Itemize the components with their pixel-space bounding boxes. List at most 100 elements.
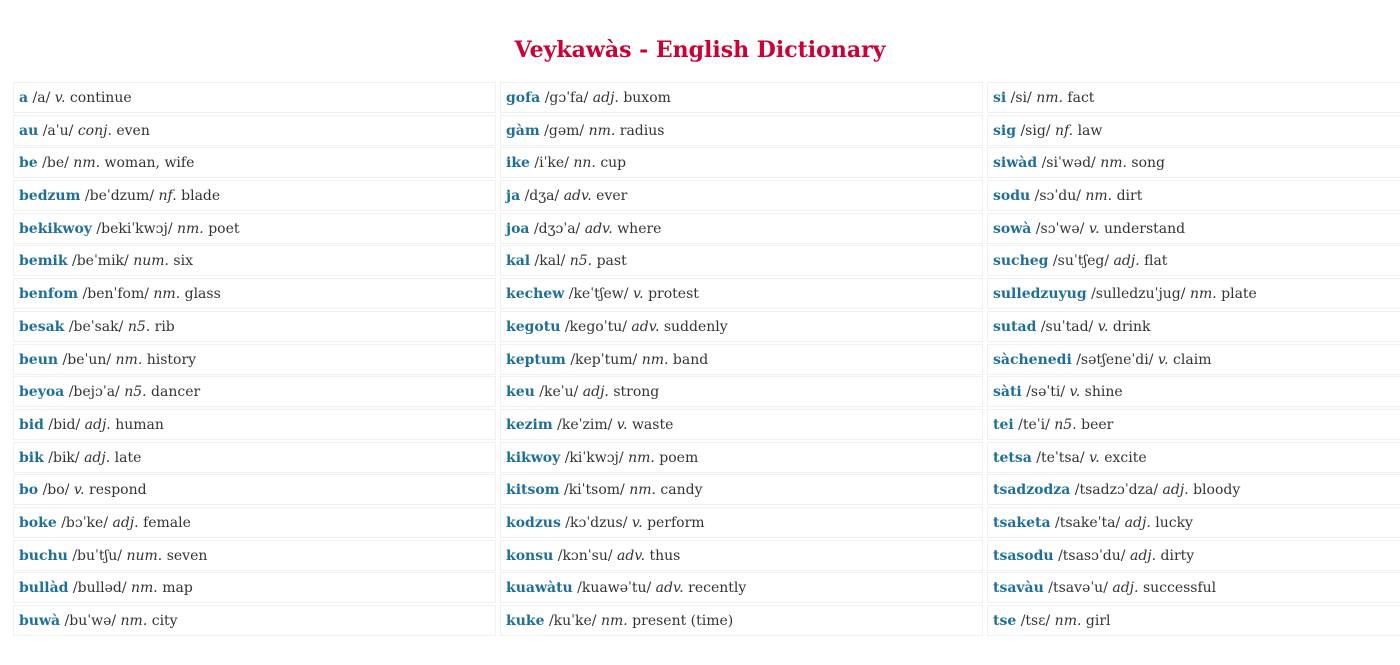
entry-word-link[interactable]: kegotu bbox=[506, 319, 560, 335]
entry-definition: beer bbox=[1081, 416, 1114, 433]
entry-word-link[interactable]: buchu bbox=[19, 548, 68, 564]
dictionary-entry: kuawàtu /kuawəˈtu/ adv. recently bbox=[500, 572, 983, 604]
entry-word-link[interactable]: kal bbox=[506, 253, 530, 269]
entry-word-link[interactable]: tsaketa bbox=[993, 515, 1051, 531]
entry-word-link[interactable]: boke bbox=[19, 515, 57, 531]
dictionary-entry: bik /bik/ adj. late bbox=[13, 441, 496, 473]
entry-definition: map bbox=[162, 580, 193, 597]
entry-word-link[interactable]: kitsom bbox=[506, 482, 560, 498]
entry-part-of-speech: adj. bbox=[1113, 253, 1140, 270]
dictionary-entry: kezim /keˈzim/ v. waste bbox=[500, 408, 983, 440]
entry-word-link[interactable]: sodu bbox=[993, 188, 1030, 204]
entry-pronunciation: /keˈu/ bbox=[539, 384, 579, 401]
dictionary-entry: bemik /beˈmik/ num. six bbox=[13, 245, 496, 277]
entry-word-link[interactable]: sàchenedi bbox=[993, 352, 1072, 368]
entry-pronunciation: /bik/ bbox=[48, 449, 80, 466]
entry-part-of-speech: v. bbox=[1097, 318, 1109, 335]
entry-word-link[interactable]: be bbox=[19, 155, 38, 171]
entry-word-link[interactable]: bemik bbox=[19, 253, 68, 269]
dictionary-entry: boke /bɔˈke/ adj. female bbox=[13, 506, 496, 538]
entry-word-link[interactable]: joa bbox=[506, 221, 529, 237]
entry-word-link[interactable]: sulledzuyug bbox=[993, 286, 1087, 302]
dictionary-entry: sulledzuyug /sulledzuˈjug/ nm. plate bbox=[987, 278, 1400, 310]
entry-definition: song bbox=[1131, 155, 1166, 172]
entry-word-link[interactable]: besak bbox=[19, 319, 64, 335]
entry-pronunciation: /kiˈtsom/ bbox=[563, 482, 625, 499]
entry-pronunciation: /kal/ bbox=[534, 253, 566, 270]
entry-pronunciation: /sulledzuˈjug/ bbox=[1091, 286, 1186, 303]
entry-definition: protest bbox=[648, 286, 699, 303]
entry-part-of-speech: v. bbox=[631, 514, 643, 531]
dictionary-entry: sucheg /suˈtʃeg/ adj. flat bbox=[987, 245, 1400, 277]
entry-word-link[interactable]: gàm bbox=[506, 123, 540, 139]
dictionary-entry: ike /iˈke/ nn. cup bbox=[500, 147, 983, 179]
dictionary-entry: tsadzodza /tsadzɔˈdza/ adj. bloody bbox=[987, 474, 1400, 506]
entry-word-link[interactable]: kechew bbox=[506, 286, 564, 302]
entry-pronunciation: /kɔnˈsu/ bbox=[557, 547, 613, 564]
entry-word-link[interactable]: tsadzodza bbox=[993, 482, 1070, 498]
entry-word-link[interactable]: ja bbox=[506, 188, 520, 204]
entry-word-link[interactable]: kodzus bbox=[506, 515, 561, 531]
entry-word-link[interactable]: konsu bbox=[506, 548, 553, 564]
entry-word-link[interactable]: keu bbox=[506, 384, 535, 400]
entry-definition: dancer bbox=[151, 384, 201, 401]
entry-word-link[interactable]: sutad bbox=[993, 319, 1036, 335]
entry-word-link[interactable]: gofa bbox=[506, 90, 540, 106]
entry-pronunciation: /tsɛ/ bbox=[1020, 613, 1051, 629]
entry-word-link[interactable]: sig bbox=[993, 123, 1016, 139]
entry-pronunciation: /tsasɔˈdu/ bbox=[1058, 547, 1126, 564]
entry-word-link[interactable]: keptum bbox=[506, 352, 566, 368]
entry-word-link[interactable]: ike bbox=[506, 155, 530, 171]
entry-definition: six bbox=[173, 253, 193, 270]
entry-word-link[interactable]: tetsa bbox=[993, 450, 1032, 466]
entry-pronunciation: /a/ bbox=[32, 90, 51, 106]
entry-word-link[interactable]: tsavàu bbox=[993, 580, 1044, 596]
entry-definition: respond bbox=[89, 482, 147, 499]
entry-word-link[interactable]: sowà bbox=[993, 221, 1031, 237]
entry-word-link[interactable]: tsasodu bbox=[993, 548, 1054, 564]
entry-word-link[interactable]: kuke bbox=[506, 613, 545, 629]
entry-word-link[interactable]: kezim bbox=[506, 417, 553, 433]
entry-word-link[interactable]: au bbox=[19, 123, 38, 139]
entry-part-of-speech: n5. bbox=[127, 318, 151, 335]
entry-definition: strong bbox=[613, 384, 660, 401]
entry-word-link[interactable]: tse bbox=[993, 613, 1016, 629]
dictionary-entry: keptum /kepˈtum/ nm. band bbox=[500, 343, 983, 375]
entry-pronunciation: /dʒa/ bbox=[524, 188, 560, 205]
dictionary-entry: joa /dʒɔˈa/ adv. where bbox=[500, 212, 983, 244]
entry-word-link[interactable]: tei bbox=[993, 417, 1014, 433]
dictionary-column-2: gofa /gɔˈfa/ adj. buxom gàm /gəm/ nm. rad… bbox=[500, 82, 983, 638]
dictionary-entry: ja /dʒa/ adv. ever bbox=[500, 180, 983, 212]
dictionary-entry: tetsa /teˈtsa/ v. excite bbox=[987, 441, 1400, 473]
entry-word-link[interactable]: bullàd bbox=[19, 580, 68, 596]
entry-part-of-speech: adj. bbox=[112, 514, 139, 531]
entry-word-link[interactable]: siwàd bbox=[993, 155, 1037, 171]
entry-definition: city bbox=[151, 613, 178, 629]
entry-word-link[interactable]: beyoa bbox=[19, 384, 64, 400]
page-title: Veykawàs - English Dictionary bbox=[514, 37, 886, 63]
entry-part-of-speech: nm. bbox=[115, 351, 143, 368]
entry-word-link[interactable]: sucheg bbox=[993, 253, 1048, 269]
entry-word-link[interactable]: bid bbox=[19, 417, 44, 433]
entry-word-link[interactable]: bekikwoy bbox=[19, 221, 92, 237]
entry-word-link[interactable]: kuawàtu bbox=[506, 580, 573, 596]
entry-word-link[interactable]: kikwoy bbox=[506, 450, 560, 466]
entry-word-link[interactable]: benfom bbox=[19, 286, 78, 302]
entry-word-link[interactable]: bo bbox=[19, 482, 38, 498]
entry-word-link[interactable]: si bbox=[993, 90, 1006, 106]
entry-pronunciation: /sɔˈdu/ bbox=[1034, 188, 1081, 205]
entry-definition: history bbox=[146, 351, 197, 368]
entry-part-of-speech: nm. bbox=[120, 613, 148, 629]
entry-word-link[interactable]: bedzum bbox=[19, 188, 80, 204]
entry-word-link[interactable]: sàti bbox=[993, 384, 1022, 400]
entry-pronunciation: /tsakeˈta/ bbox=[1055, 514, 1121, 531]
entry-pronunciation: /kɔˈdzus/ bbox=[565, 514, 628, 531]
entry-word-link[interactable]: bik bbox=[19, 450, 44, 466]
entry-part-of-speech: v. bbox=[632, 286, 644, 303]
entry-word-link[interactable]: a bbox=[19, 90, 28, 106]
entry-part-of-speech: nm. bbox=[629, 482, 656, 499]
entry-word-link[interactable]: beun bbox=[19, 352, 58, 368]
dictionary-entry: tei /teˈi/ n5. beer bbox=[987, 408, 1400, 440]
entry-word-link[interactable]: buwà bbox=[19, 613, 60, 629]
entry-part-of-speech: conj. bbox=[77, 122, 112, 139]
